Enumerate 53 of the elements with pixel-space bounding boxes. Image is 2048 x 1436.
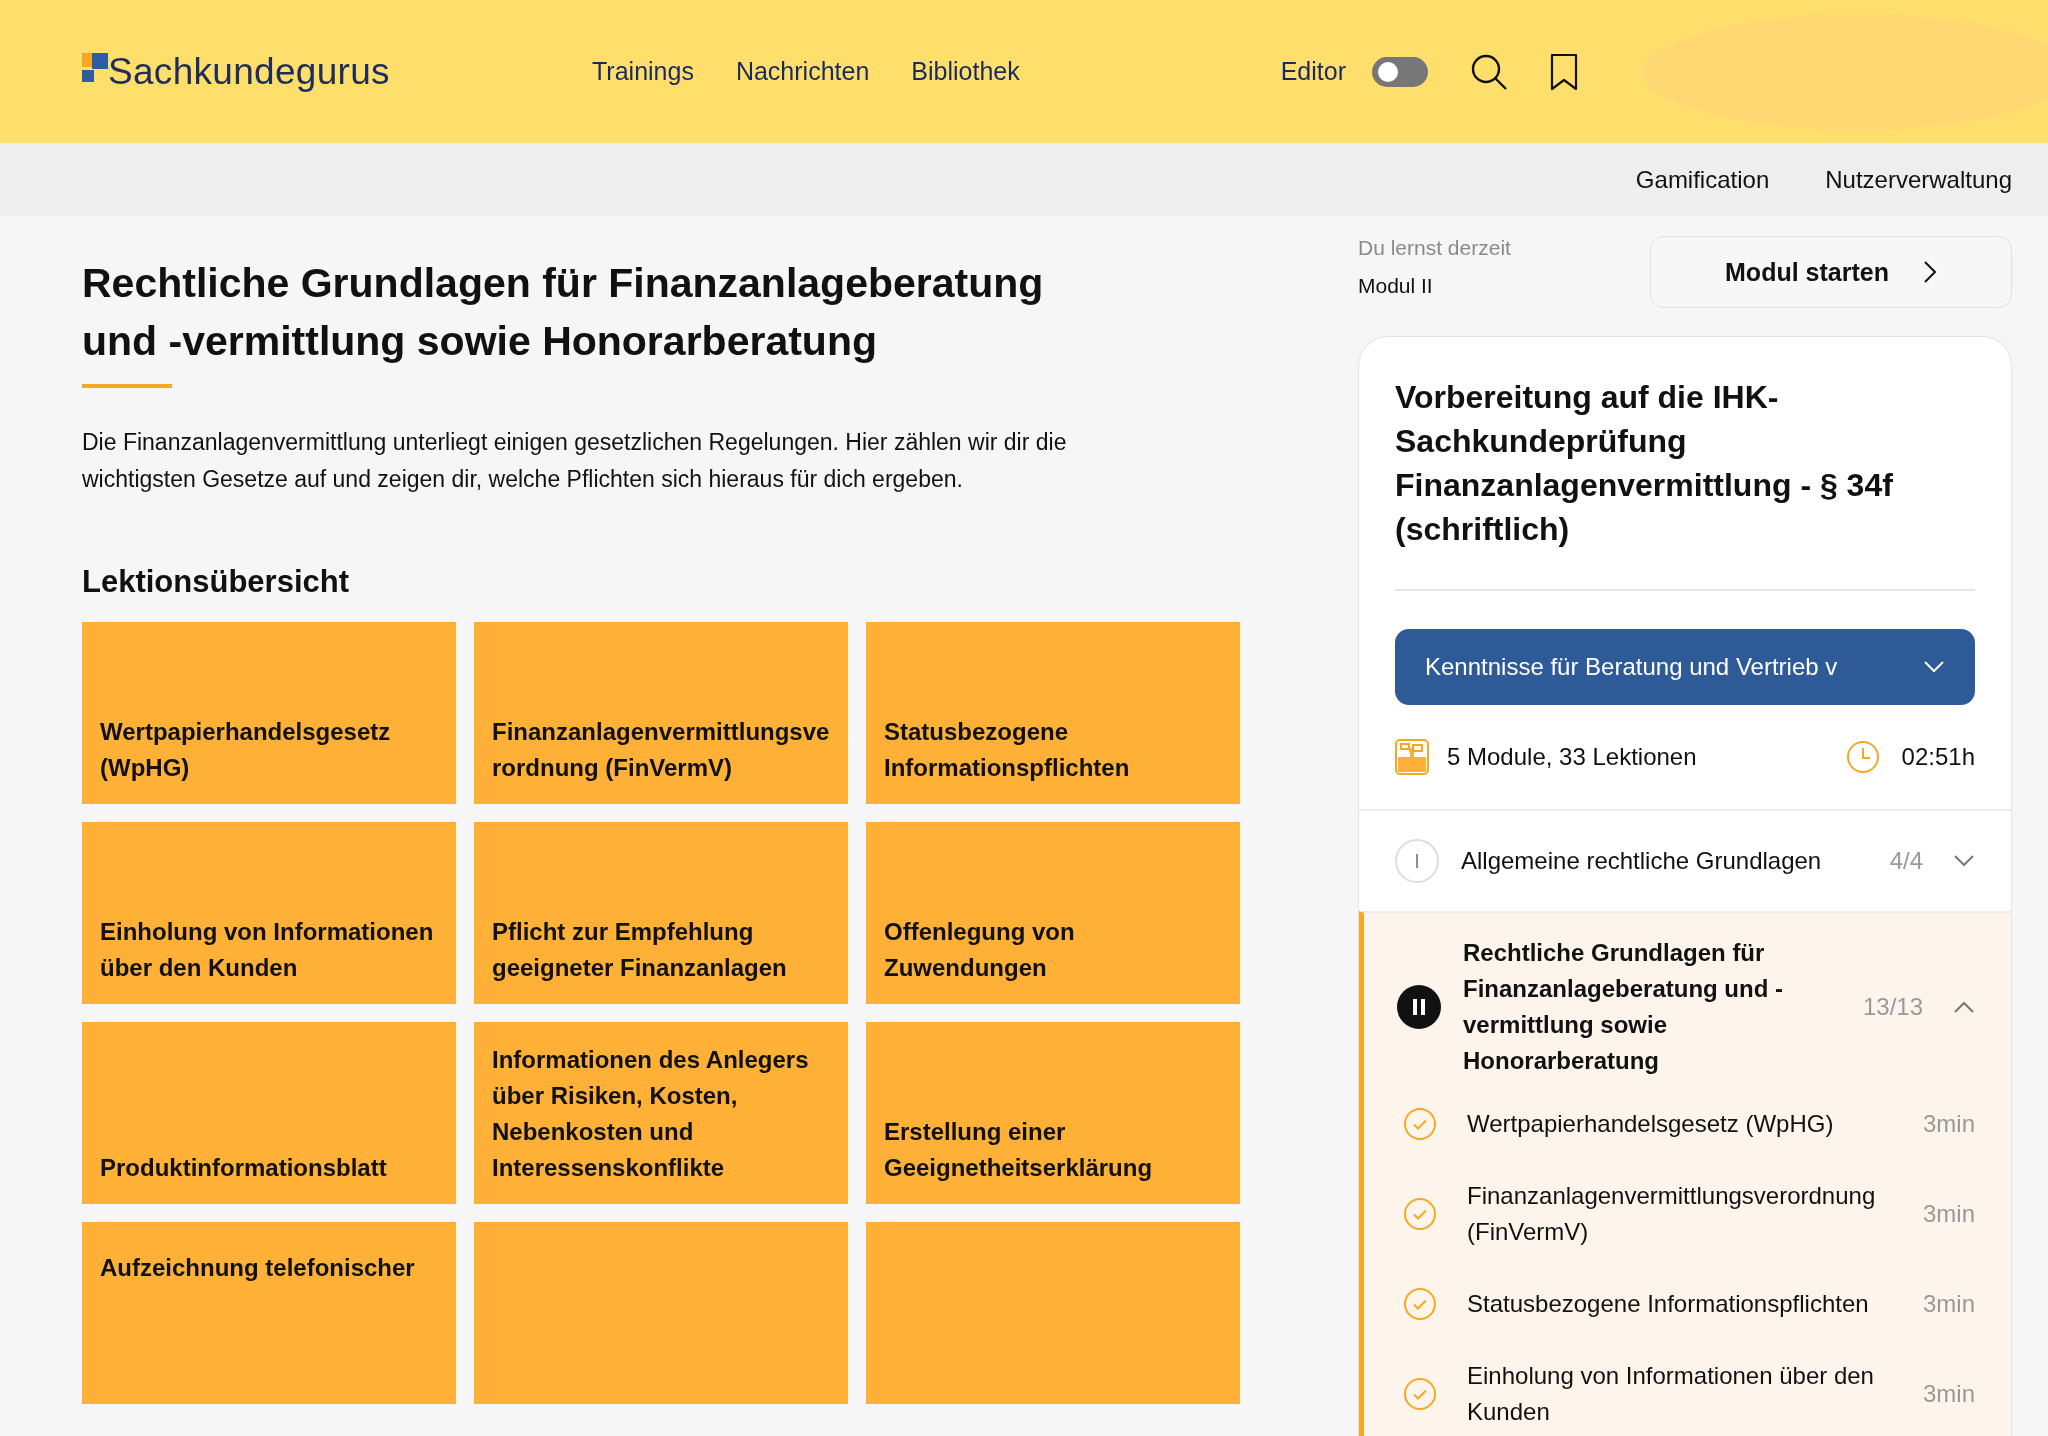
lesson-tile[interactable] xyxy=(474,1222,848,1404)
section-dropdown[interactable]: Kenntnisse für Beratung und Vertrieb v xyxy=(1395,629,1975,705)
lesson-tile[interactable] xyxy=(866,1222,1240,1404)
nav-link[interactable]: Trainings xyxy=(592,57,694,86)
pause-icon[interactable] xyxy=(1397,985,1441,1029)
brand-name[interactable]: Sachkundegurus xyxy=(108,50,390,93)
lesson-tile[interactable]: Finanzanlagenvermittlungsverordnung (FinVermV) xyxy=(474,622,848,804)
clock-icon xyxy=(1845,740,1880,774)
training-title: Vorbereitung auf die IHK-Sachkundeprüfung Finanzanlagenvermittlung - § 34f (schriftlich) xyxy=(1395,378,1894,549)
search-icon[interactable] xyxy=(1470,52,1508,91)
lesson-link[interactable]: Einholung von Informationen über den Kunden xyxy=(1467,1358,1903,1430)
module-count: 5 Module, 33 Lektionen xyxy=(1447,743,1697,771)
chevron-down-icon xyxy=(1923,660,1945,674)
lesson-tile[interactable]: Einholung von Informationen über den Kunden xyxy=(82,822,456,1004)
subnav-link[interactable]: Gamification xyxy=(1635,165,1770,194)
lesson-tile[interactable]: Offenlegung von Zuwendungen xyxy=(866,822,1240,1004)
section-heading: Lektionsübersicht xyxy=(82,564,350,600)
lesson-duration: 3min xyxy=(1922,1200,1975,1228)
module-title: Allgemeine rechtliche Grundlagen xyxy=(1461,846,1823,876)
lesson-tile[interactable]: Informationen des Anlegers über Risiken, Kosten, Nebenkosten und Interessenskonflikte xyxy=(474,1022,848,1204)
lesson-tile[interactable]: Erstellung einer Geeignetheitserklärung xyxy=(866,1022,1240,1204)
module-progress: 4/4 xyxy=(1889,847,1923,875)
lesson-duration: 3min xyxy=(1922,1290,1975,1318)
nav-link[interactable]: Bibliothek xyxy=(911,57,1020,86)
lesson-tile[interactable]: Pflicht zur Empfehlung geeigneter Finanzanlagen xyxy=(474,822,848,1004)
lesson-tile[interactable]: Produktinformationsblatt xyxy=(82,1022,456,1204)
lesson-duration: 3min xyxy=(1922,1380,1975,1408)
editor-toggle[interactable] xyxy=(1372,56,1428,87)
chevron-down-icon[interactable] xyxy=(1953,854,1975,868)
bookmark-icon[interactable] xyxy=(1550,52,1578,91)
editor-label: Editor xyxy=(1280,57,1346,86)
module-title: Rechtliche Grundlagen für Finanzanlageberatung und -vermittlung sowie Honorarberatung xyxy=(1463,938,1784,1076)
lesson-duration: 3min xyxy=(1922,1110,1975,1138)
chevron-up-icon[interactable] xyxy=(1953,1000,1975,1014)
module-progress: 13/13 xyxy=(1862,993,1923,1021)
lesson-link[interactable]: Statusbezogene Informationspflichten xyxy=(1467,1286,1903,1322)
current-module: Modul II xyxy=(1358,274,1434,298)
lesson-tile[interactable]: Statusbezogene Informationspflichten xyxy=(866,622,1240,804)
start-module-button[interactable]: Modul starten xyxy=(1650,236,2012,308)
active-module[interactable] xyxy=(1359,911,2011,1436)
module-number: I xyxy=(1395,839,1439,883)
lesson-link[interactable]: Wertpapierhandelsgesetz (WpHG) xyxy=(1467,1106,1903,1142)
subnav-link[interactable]: Nutzerverwaltung xyxy=(1825,165,2012,194)
page-title: Rechtliche Grundlagen für Finanzanlageberatung und -vermittlung sowie Honorarberatung xyxy=(82,259,1045,366)
lesson-link[interactable]: Finanzanlagenvermittlungsverordnung (FinVermV) xyxy=(1467,1178,1903,1250)
chevron-right-icon xyxy=(1922,260,1937,284)
current-label: Du lernst derzeit xyxy=(1358,236,1511,260)
duration: 02:51h xyxy=(1901,743,1975,771)
description: Die Finanzanlagenvermittlung unterliegt einigen gesetzlichen Regelungen. Hier zählen wir dir die wichtigsten Gesetze auf und zeigen dir, welche Pflichten sich hieraus für dich ergeben. xyxy=(82,428,1068,494)
puzzle-icon xyxy=(1395,739,1429,775)
lesson-tile[interactable]: Aufzeichnung telefonischer xyxy=(82,1222,456,1404)
nav-link[interactable]: Nachrichten xyxy=(735,57,870,86)
lesson-tile[interactable]: Wertpapierhandelsgesetz (WpHG) xyxy=(82,622,456,804)
